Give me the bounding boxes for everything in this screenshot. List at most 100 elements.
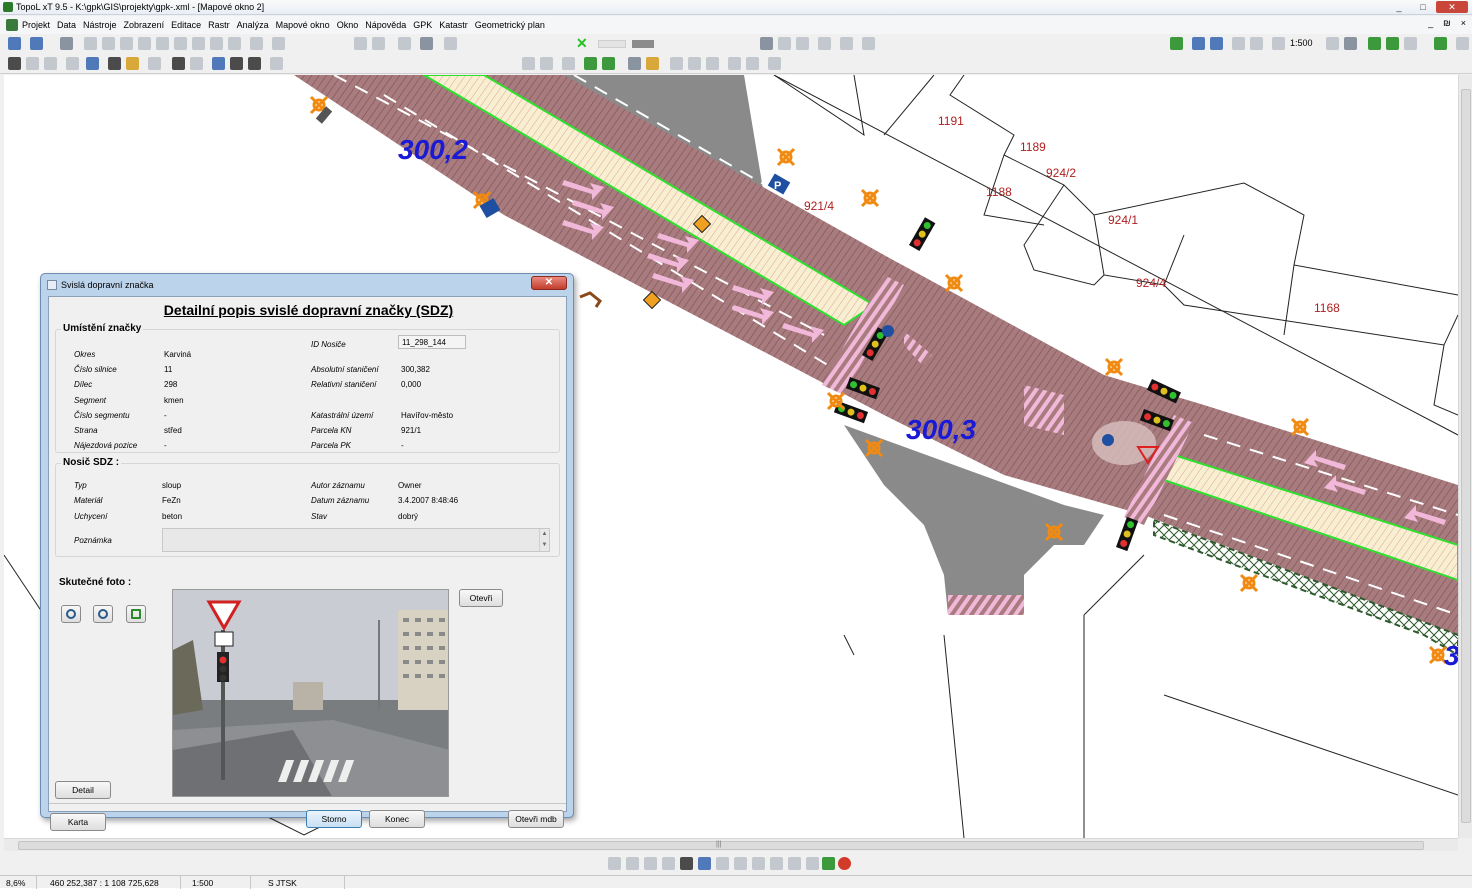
grid-toggle-icon[interactable]	[670, 57, 683, 70]
layout-dropdown-icon[interactable]	[270, 57, 283, 70]
mdi-close-button[interactable]: ×	[1461, 18, 1466, 28]
stop-record-icon[interactable]	[838, 857, 851, 870]
copy-icon[interactable]	[210, 37, 223, 50]
zoom-window-icon[interactable]	[1232, 37, 1245, 50]
menu-mapove-okno[interactable]: Mapové okno	[276, 20, 330, 30]
hand-icon[interactable]	[1344, 37, 1357, 50]
settings-icon[interactable]	[250, 37, 263, 50]
note-textarea[interactable]: ▲ ▼	[162, 528, 550, 552]
layout-icon[interactable]	[272, 37, 285, 50]
menu-zobrazeni[interactable]: Zobrazení	[124, 20, 165, 30]
link-icon[interactable]	[644, 857, 657, 870]
menu-katastr[interactable]: Katastr	[439, 20, 468, 30]
chart-icon[interactable]	[734, 857, 747, 870]
scale-select[interactable]: 1:500	[1290, 38, 1313, 48]
detail-button[interactable]: Detail	[55, 781, 111, 799]
menu-editace[interactable]: Editace	[171, 20, 201, 30]
note-scrollbar[interactable]: ▲ ▼	[539, 529, 549, 551]
zoom-prev-icon[interactable]	[1250, 37, 1263, 50]
window-a-icon[interactable]	[172, 57, 185, 70]
map-vertical-scrollbar[interactable]	[1458, 75, 1472, 838]
menu-gpk[interactable]: GPK	[413, 20, 432, 30]
plane-icon[interactable]	[752, 857, 765, 870]
node-icon[interactable]	[562, 57, 575, 70]
tree-tool-icon[interactable]	[540, 57, 553, 70]
tree-icon[interactable]	[822, 857, 835, 870]
zoom-fit-button[interactable]	[126, 605, 146, 623]
zoom-in-button[interactable]	[61, 605, 81, 623]
cancel-button[interactable]: Storno	[306, 810, 362, 828]
report-icon[interactable]	[768, 57, 781, 70]
info-icon[interactable]	[108, 57, 121, 70]
list-icon[interactable]	[66, 57, 79, 70]
select-icon[interactable]	[84, 37, 97, 50]
save-icon[interactable]	[398, 37, 411, 50]
pattern-field[interactable]	[632, 40, 654, 48]
symbol-icon[interactable]	[628, 57, 641, 70]
layer-icon[interactable]	[30, 37, 43, 50]
split-h-icon[interactable]	[230, 57, 243, 70]
forward-icon[interactable]	[1386, 37, 1399, 50]
card-button[interactable]: Karta	[50, 813, 106, 831]
color-field[interactable]	[598, 40, 626, 48]
menu-data[interactable]: Data	[57, 20, 76, 30]
list-tool-icon[interactable]	[522, 57, 535, 70]
grid-icon[interactable]	[174, 37, 187, 50]
menu-okno[interactable]: Okno	[337, 20, 359, 30]
zoom-out-icon[interactable]	[1210, 37, 1223, 50]
zoom-out-button[interactable]	[93, 605, 113, 623]
print-icon[interactable]	[192, 37, 205, 50]
find-icon[interactable]	[60, 37, 73, 50]
tool-d-icon[interactable]	[840, 37, 853, 50]
open-mdb-button[interactable]: Otevři mdb	[508, 810, 564, 828]
tool-e-icon[interactable]	[862, 37, 875, 50]
minimize-button[interactable]: _	[1388, 1, 1410, 13]
menu-geometricky-plan[interactable]: Geometrický plan	[475, 20, 545, 30]
extra-icon[interactable]	[1456, 37, 1469, 50]
disk-icon[interactable]	[788, 857, 801, 870]
table-icon[interactable]	[156, 37, 169, 50]
layer-add-icon[interactable]	[602, 57, 615, 70]
menu-projekt[interactable]: Projekt	[22, 20, 50, 30]
new-icon[interactable]	[354, 37, 367, 50]
maximize-button[interactable]: □	[1412, 1, 1434, 13]
vertical-scroll-thumb[interactable]	[1461, 89, 1471, 823]
counter-icon[interactable]	[716, 857, 729, 870]
split-v-icon[interactable]	[248, 57, 261, 70]
play-icon[interactable]	[680, 857, 693, 870]
tool-b-icon[interactable]	[796, 37, 809, 50]
menu-analyza[interactable]: Analýza	[237, 20, 269, 30]
tool-c-icon[interactable]	[818, 37, 831, 50]
brush-icon[interactable]	[806, 857, 819, 870]
pan-icon[interactable]	[138, 37, 151, 50]
menu-nastroje[interactable]: Nástroje	[83, 20, 117, 30]
duplicate-icon[interactable]	[420, 37, 433, 50]
shield-icon[interactable]	[770, 857, 783, 870]
open-icon[interactable]	[372, 37, 385, 50]
dialog-close-button[interactable]: ✕	[531, 276, 567, 290]
sort-icon[interactable]	[120, 37, 133, 50]
export-icon[interactable]	[228, 37, 241, 50]
stop-icon[interactable]	[760, 37, 773, 50]
zoom-in-icon[interactable]	[1192, 37, 1205, 50]
binoculars-icon[interactable]	[8, 57, 21, 70]
tool-a-icon[interactable]	[778, 37, 791, 50]
open-photo-button[interactable]: Otevři	[459, 589, 503, 607]
mdi-restore-button[interactable]: ₪	[1443, 18, 1451, 28]
table-view-icon[interactable]	[608, 857, 621, 870]
mdi-minimize-button[interactable]: _	[1428, 18, 1433, 28]
fit-icon[interactable]	[1434, 37, 1447, 50]
end-button[interactable]: Konec	[369, 810, 425, 828]
move-icon[interactable]	[1326, 37, 1339, 50]
lock-icon[interactable]	[126, 57, 139, 70]
globe-icon[interactable]	[698, 857, 711, 870]
history-icon[interactable]	[1404, 37, 1417, 50]
tile-icon[interactable]	[212, 57, 225, 70]
carrier-id-field[interactable]: 11_298_144	[398, 335, 466, 349]
print-preview-icon[interactable]	[444, 37, 457, 50]
cancel-edit-icon[interactable]: ✕	[576, 35, 588, 52]
form-view-icon[interactable]	[626, 857, 639, 870]
measure-icon[interactable]	[728, 57, 741, 70]
inspect-icon[interactable]	[86, 57, 99, 70]
refresh-icon[interactable]	[1170, 37, 1183, 50]
